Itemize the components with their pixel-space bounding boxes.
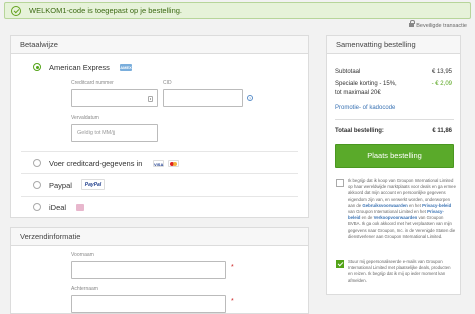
radio-creditcard[interactable]	[33, 159, 41, 167]
first-name-label: Voornaam	[71, 252, 94, 258]
marketing-emails-checkbox[interactable]	[336, 260, 344, 268]
expiry-input[interactable]: Geldig tot MM/jj	[71, 124, 158, 142]
subtotal-value: € 13,95	[431, 69, 452, 75]
terms-checkbox[interactable]	[336, 179, 344, 187]
card-number-label: Creditcard nummer	[71, 80, 114, 86]
last-name-input[interactable]	[71, 295, 226, 313]
paypal-logo: PayPal	[81, 179, 105, 190]
summary-title: Samenvatting bestelling	[327, 36, 460, 54]
subtotal-label: Subtotaal	[335, 69, 361, 75]
card-number-input[interactable]	[71, 89, 158, 107]
total-value: € 11,86	[432, 128, 452, 134]
first-name-input[interactable]	[71, 261, 226, 279]
last-name-label: Achternaam	[71, 286, 98, 292]
payment-title: Betaalwijze	[11, 36, 308, 54]
sales-terms-link[interactable]: Verkoopvoorwaarden	[374, 215, 418, 220]
paypal-label: Paypal	[49, 181, 72, 190]
expiry-placeholder: Geldig tot MM/jj	[77, 130, 116, 136]
amex-logo: AMEX	[120, 64, 132, 71]
discount-value: - € 2,09	[431, 81, 452, 87]
mastercard-logo	[168, 160, 179, 167]
discount-label-line2: tot maximaal 20€	[335, 90, 381, 96]
expiry-label: Vervaldatum	[71, 115, 99, 121]
success-banner: WELKOM1-code is toegepast op je bestelli…	[4, 2, 471, 19]
divider	[21, 173, 298, 174]
privacy-policy-link[interactable]: Privacy-beleid	[422, 203, 451, 208]
shipping-panel: Verzendinformatie Voornaam * Achternaam …	[10, 227, 309, 314]
radio-amex[interactable]	[33, 63, 41, 71]
total-label: Totaal bestelling:	[335, 128, 384, 134]
lock-icon	[409, 20, 416, 27]
ideal-label: iDeal	[49, 203, 67, 212]
visa-logo: VISA	[153, 160, 164, 167]
terms-text: Ik begrijp dat ik koop van Groupon Inter…	[348, 178, 456, 239]
secure-text: Beveiligde transactie	[416, 23, 467, 29]
banner-text: WELKOM1-code is toegepast op je bestelli…	[29, 6, 182, 15]
help-icon[interactable]: ?	[247, 95, 253, 101]
promo-code-link[interactable]: Promotie- of kadocode	[335, 105, 395, 111]
ideal-logo	[76, 204, 84, 211]
required-mark: *	[231, 264, 234, 271]
cvc-label: CID	[163, 80, 172, 86]
secure-transaction: Beveiligde transactie	[409, 20, 467, 29]
divider	[335, 119, 454, 120]
cvc-input[interactable]	[163, 89, 243, 107]
amex-label: American Express	[49, 63, 110, 72]
divider	[21, 196, 298, 197]
payment-panel: Betaalwijze American Express AMEX Credit…	[10, 35, 309, 218]
marketing-emails-text: Stuur mij gepersonaliseerde e-mails van …	[348, 259, 451, 283]
radio-paypal[interactable]	[33, 181, 41, 189]
card-icon	[148, 96, 153, 102]
divider	[21, 151, 298, 152]
terms-of-use-link[interactable]: Gebruiksvoorwaarden	[362, 203, 407, 208]
creditcard-label: Voer creditcard-gegevens in	[49, 159, 143, 168]
discount-label-line1: Speciale korting - 15%,	[335, 81, 397, 87]
check-circle-icon	[11, 6, 21, 16]
required-mark: *	[231, 298, 234, 305]
shipping-title: Verzendinformatie	[11, 228, 308, 246]
order-summary-panel: Samenvatting bestelling Subtotaal € 13,9…	[326, 35, 461, 295]
place-order-button[interactable]: Plaats bestelling	[335, 144, 454, 168]
radio-ideal[interactable]	[33, 203, 41, 211]
